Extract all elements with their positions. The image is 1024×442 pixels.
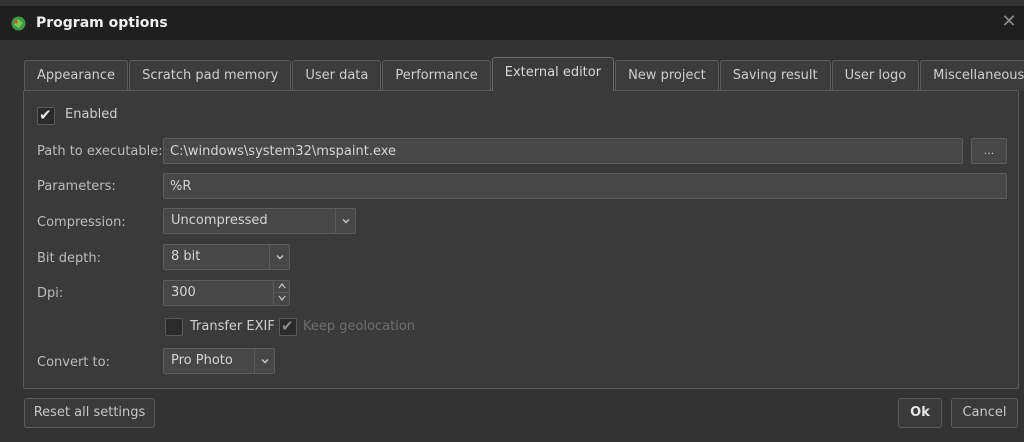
bit-depth-label: Bit depth: — [37, 251, 101, 266]
check-icon: ✔ — [39, 106, 52, 124]
dpi-spinbox[interactable]: 300 — [163, 280, 290, 306]
program-options-window: Program options ✕ Appearance Scratch pad… — [0, 0, 1024, 442]
parameters-input[interactable] — [163, 173, 1007, 199]
cancel-button[interactable]: Cancel — [951, 398, 1018, 428]
enabled-label: Enabled — [65, 107, 118, 122]
convert-to-select[interactable]: Pro Photo — [163, 348, 275, 374]
spin-down-icon[interactable] — [273, 293, 289, 305]
bit-depth-value: 8 bit — [171, 249, 201, 264]
tab-appearance[interactable]: Appearance — [24, 60, 129, 91]
tab-user-data[interactable]: User data — [292, 60, 382, 91]
path-input[interactable] — [163, 138, 963, 164]
compression-label: Compression: — [37, 215, 126, 230]
tab-scratch-pad-memory[interactable]: Scratch pad memory — [129, 60, 292, 91]
spin-up-icon[interactable] — [273, 281, 289, 293]
window-title: Program options — [36, 15, 168, 31]
tab-external-editor[interactable]: External editor — [491, 57, 615, 91]
check-icon: ✔ — [281, 317, 294, 335]
enabled-checkbox[interactable]: ✔ — [37, 106, 55, 125]
convert-to-value: Pro Photo — [171, 353, 233, 368]
tab-saving-result[interactable]: Saving result — [719, 60, 831, 91]
options-tabs: Appearance Scratch pad memory User data … — [24, 57, 1024, 91]
keep-geolocation-label: Keep geolocation — [303, 319, 416, 334]
compression-value: Uncompressed — [171, 213, 268, 228]
compression-select[interactable]: Uncompressed — [163, 208, 356, 234]
close-button[interactable]: ✕ — [998, 11, 1020, 33]
app-logo-icon — [11, 16, 26, 31]
title-bar: Program options ✕ — [0, 6, 1024, 40]
chevron-down-icon — [254, 349, 274, 373]
ok-button[interactable]: Ok — [898, 398, 942, 428]
convert-to-label: Convert to: — [37, 355, 110, 370]
tab-performance[interactable]: Performance — [382, 60, 491, 91]
chevron-down-icon — [269, 245, 289, 269]
transfer-exif-checkbox[interactable] — [165, 318, 183, 336]
transfer-exif-label: Transfer EXIF — [190, 319, 275, 334]
tab-user-logo[interactable]: User logo — [831, 60, 920, 91]
keep-geolocation-checkbox[interactable]: ✔ — [279, 317, 297, 336]
browse-button[interactable]: ... — [971, 138, 1007, 164]
dpi-value: 300 — [171, 285, 196, 300]
tab-miscellaneous[interactable]: Miscellaneous — [920, 60, 1024, 91]
external-editor-panel: ✔ Enabled Path to executable: ... Parame… — [23, 90, 1019, 389]
tab-new-project[interactable]: New project — [615, 60, 719, 91]
bit-depth-select[interactable]: 8 bit — [163, 244, 290, 270]
parameters-label: Parameters: — [37, 179, 116, 194]
path-label: Path to executable: — [37, 144, 163, 159]
reset-all-settings-button[interactable]: Reset all settings — [24, 398, 155, 428]
chevron-down-icon — [335, 209, 355, 233]
dpi-label: Dpi: — [37, 286, 64, 301]
